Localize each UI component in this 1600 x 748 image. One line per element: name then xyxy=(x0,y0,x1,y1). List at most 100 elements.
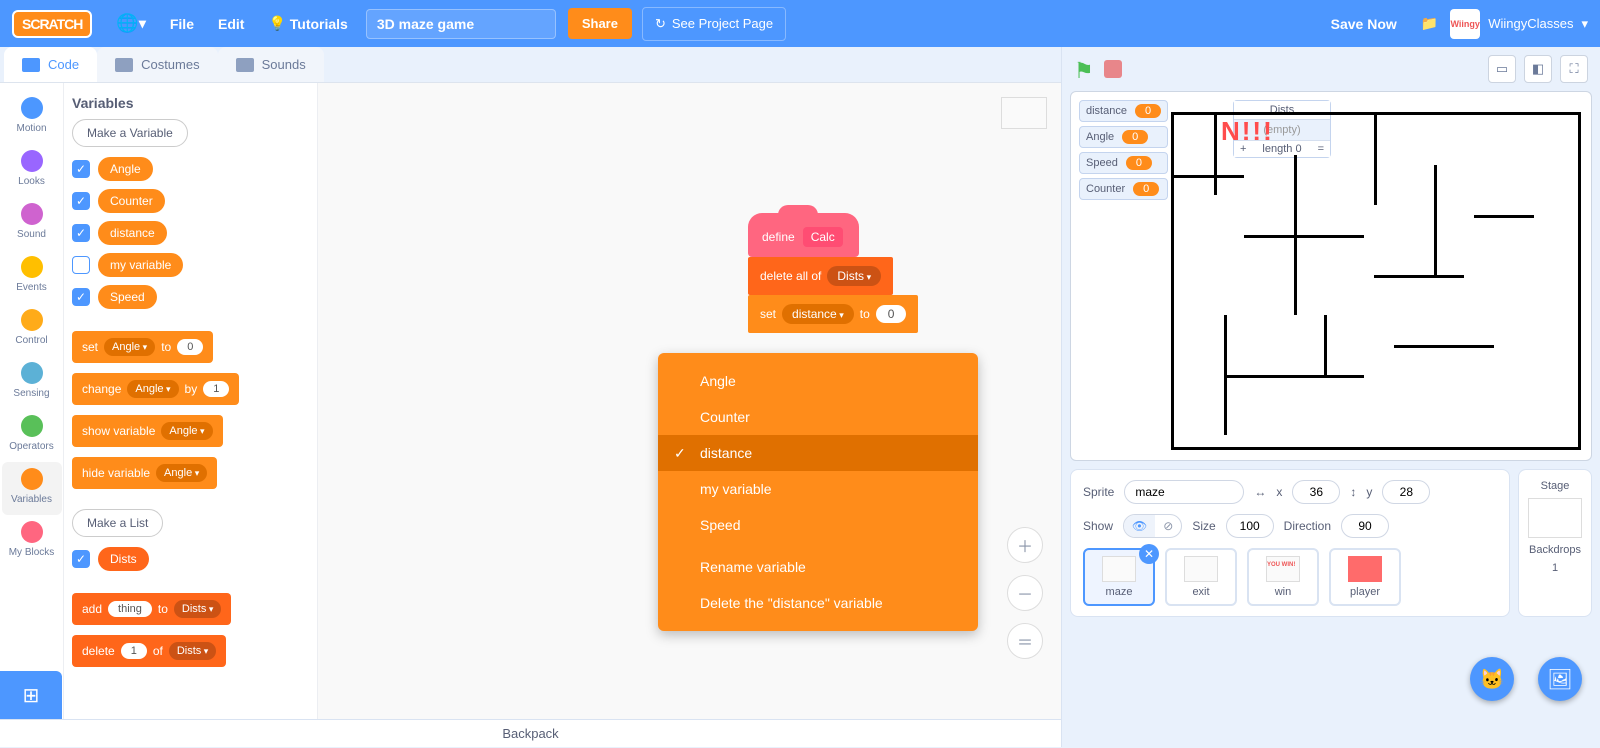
change-variable-block[interactable]: change Angle by 1 xyxy=(72,373,239,405)
list-checkbox[interactable]: ✓ xyxy=(72,550,90,568)
account-menu[interactable]: Wiingy WiingyClasses ▾ xyxy=(1450,9,1588,39)
sprite-tile-player[interactable]: player xyxy=(1329,548,1401,606)
add-backdrop-button[interactable]: 🖼 xyxy=(1538,657,1582,701)
make-variable-button[interactable]: Make a Variable xyxy=(72,119,188,147)
file-menu[interactable]: File xyxy=(158,0,206,47)
add-sprite-button[interactable]: 🐱 xyxy=(1470,657,1514,701)
sprite-y-input[interactable] xyxy=(1382,480,1430,504)
category-sensing[interactable]: Sensing xyxy=(2,356,62,409)
sprite-direction-input[interactable] xyxy=(1341,514,1389,538)
script-workspace[interactable]: define Calc delete all of Dists set dist… xyxy=(318,83,1061,719)
change-var-dropdown[interactable]: Angle xyxy=(127,380,178,398)
category-looks[interactable]: Looks xyxy=(2,144,62,197)
zoom-in-button[interactable]: ＋ xyxy=(1007,527,1043,563)
delete-variable-item[interactable]: Delete the "distance" variable xyxy=(658,585,978,621)
sprite-name-input[interactable] xyxy=(1124,480,1244,504)
sprite-tile-maze[interactable]: ✕ maze xyxy=(1083,548,1155,606)
variable-checkbox[interactable]: ✓ xyxy=(72,160,90,178)
variable-reporter[interactable]: distance xyxy=(98,221,167,245)
set-distance-value[interactable]: 0 xyxy=(876,305,907,323)
category-myblocks[interactable]: My Blocks xyxy=(2,515,62,568)
set-distance-block[interactable]: set distance to 0 xyxy=(748,295,918,333)
tutorials-button[interactable]: 💡 Tutorials xyxy=(256,0,359,47)
zoom-reset-button[interactable]: ＝ xyxy=(1007,623,1043,659)
share-button[interactable]: Share xyxy=(568,8,632,39)
variable-reporter[interactable]: Counter xyxy=(98,189,165,213)
variable-checkbox[interactable]: ✓ xyxy=(72,288,90,306)
scratch-logo[interactable]: SCRATCH xyxy=(12,10,92,38)
variable-monitor[interactable]: distance0 xyxy=(1079,100,1168,122)
stage[interactable]: distance0Angle0Speed0Counter0 Dists (emp… xyxy=(1070,91,1592,461)
set-distance-dropdown[interactable]: distance xyxy=(782,304,854,324)
variable-monitor[interactable]: Counter0 xyxy=(1079,178,1168,200)
save-now-button[interactable]: Save Now xyxy=(1319,0,1409,47)
variable-monitor[interactable]: Angle0 xyxy=(1079,126,1168,148)
tab-costumes[interactable]: Costumes xyxy=(97,47,218,82)
see-project-page-button[interactable]: ↻See Project Page xyxy=(642,7,786,41)
stage-thumbnail[interactable] xyxy=(1528,498,1582,538)
tab-sounds[interactable]: Sounds xyxy=(218,47,324,82)
stage-panel[interactable]: Stage Backdrops 1 xyxy=(1518,469,1592,617)
hide-var-dropdown[interactable]: Angle xyxy=(156,464,207,482)
add-to-list-block[interactable]: add thing to Dists xyxy=(72,593,231,625)
category-events[interactable]: Events xyxy=(2,250,62,303)
category-control[interactable]: Control xyxy=(2,303,62,356)
variable-reporter[interactable]: my variable xyxy=(98,253,183,277)
set-var-dropdown[interactable]: Angle xyxy=(104,338,155,356)
define-hat-block[interactable]: define Calc xyxy=(748,213,859,257)
fullscreen-button[interactable]: ⛶ xyxy=(1560,55,1588,83)
show-variable-block[interactable]: show variable Angle xyxy=(72,415,223,447)
change-value-input[interactable]: 1 xyxy=(203,381,229,397)
set-variable-block[interactable]: set Angle to 0 xyxy=(72,331,213,363)
show-hidden[interactable]: ⊘ xyxy=(1155,515,1181,537)
dropdown-item[interactable]: Angle xyxy=(658,363,978,399)
edit-menu[interactable]: Edit xyxy=(206,0,256,47)
category-sound[interactable]: Sound xyxy=(2,197,62,250)
del-index-input[interactable]: 1 xyxy=(121,643,147,659)
delete-all-block[interactable]: delete all of Dists xyxy=(748,257,893,295)
add-extension-button[interactable]: ⊞ xyxy=(0,671,62,719)
dropdown-item[interactable]: Counter xyxy=(658,399,978,435)
show-visible[interactable]: 👁 xyxy=(1124,515,1155,537)
category-motion[interactable]: Motion xyxy=(2,91,62,144)
green-flag-button[interactable]: ⚑ xyxy=(1074,58,1096,80)
mystuff-button[interactable]: 📁 xyxy=(1409,0,1450,47)
visibility-toggle[interactable]: 👁 ⊘ xyxy=(1123,514,1182,538)
add-value-input[interactable]: thing xyxy=(108,601,152,617)
delete-of-list-block[interactable]: delete 1 of Dists xyxy=(72,635,226,667)
delete-sprite-button[interactable]: ✕ xyxy=(1139,544,1159,564)
backpack-bar[interactable]: Backpack xyxy=(0,719,1061,747)
category-operators[interactable]: Operators xyxy=(2,409,62,462)
tab-code[interactable]: Code xyxy=(4,47,97,82)
show-var-dropdown[interactable]: Angle xyxy=(161,422,212,440)
stage-small-button[interactable]: ▭ xyxy=(1488,55,1516,83)
zoom-out-button[interactable]: － xyxy=(1007,575,1043,611)
set-value-input[interactable]: 0 xyxy=(177,339,203,355)
script-stack[interactable]: define Calc delete all of Dists set dist… xyxy=(748,213,918,333)
stage-large-button[interactable]: ◧ xyxy=(1524,55,1552,83)
dropdown-item[interactable]: distance xyxy=(658,435,978,471)
stop-button[interactable] xyxy=(1104,60,1122,78)
del-list-dropdown[interactable]: Dists xyxy=(169,642,216,660)
variable-monitor[interactable]: Speed0 xyxy=(1079,152,1168,174)
project-title-input[interactable] xyxy=(366,9,556,39)
variable-checkbox[interactable] xyxy=(72,256,90,274)
sprite-size-input[interactable] xyxy=(1226,514,1274,538)
sprite-x-input[interactable] xyxy=(1292,480,1340,504)
dropdown-item[interactable]: my variable xyxy=(658,471,978,507)
make-list-button[interactable]: Make a List xyxy=(72,509,163,537)
add-list-dropdown[interactable]: Dists xyxy=(174,600,221,618)
language-menu[interactable]: 🌐 ▾ xyxy=(104,0,157,47)
variable-checkbox[interactable]: ✓ xyxy=(72,192,90,210)
list-reporter[interactable]: Dists xyxy=(98,547,149,571)
delete-all-list-dropdown[interactable]: Dists xyxy=(827,266,881,286)
hide-variable-block[interactable]: hide variable Angle xyxy=(72,457,217,489)
maze-sprite[interactable] xyxy=(1171,112,1581,450)
variable-reporter[interactable]: Speed xyxy=(98,285,157,309)
variable-checkbox[interactable]: ✓ xyxy=(72,224,90,242)
sprite-tile-exit[interactable]: exit xyxy=(1165,548,1237,606)
sprite-tile-win[interactable]: YOU WIN! win xyxy=(1247,548,1319,606)
dropdown-item[interactable]: Speed xyxy=(658,507,978,543)
variable-reporter[interactable]: Angle xyxy=(98,157,153,181)
rename-variable-item[interactable]: Rename variable xyxy=(658,549,978,585)
